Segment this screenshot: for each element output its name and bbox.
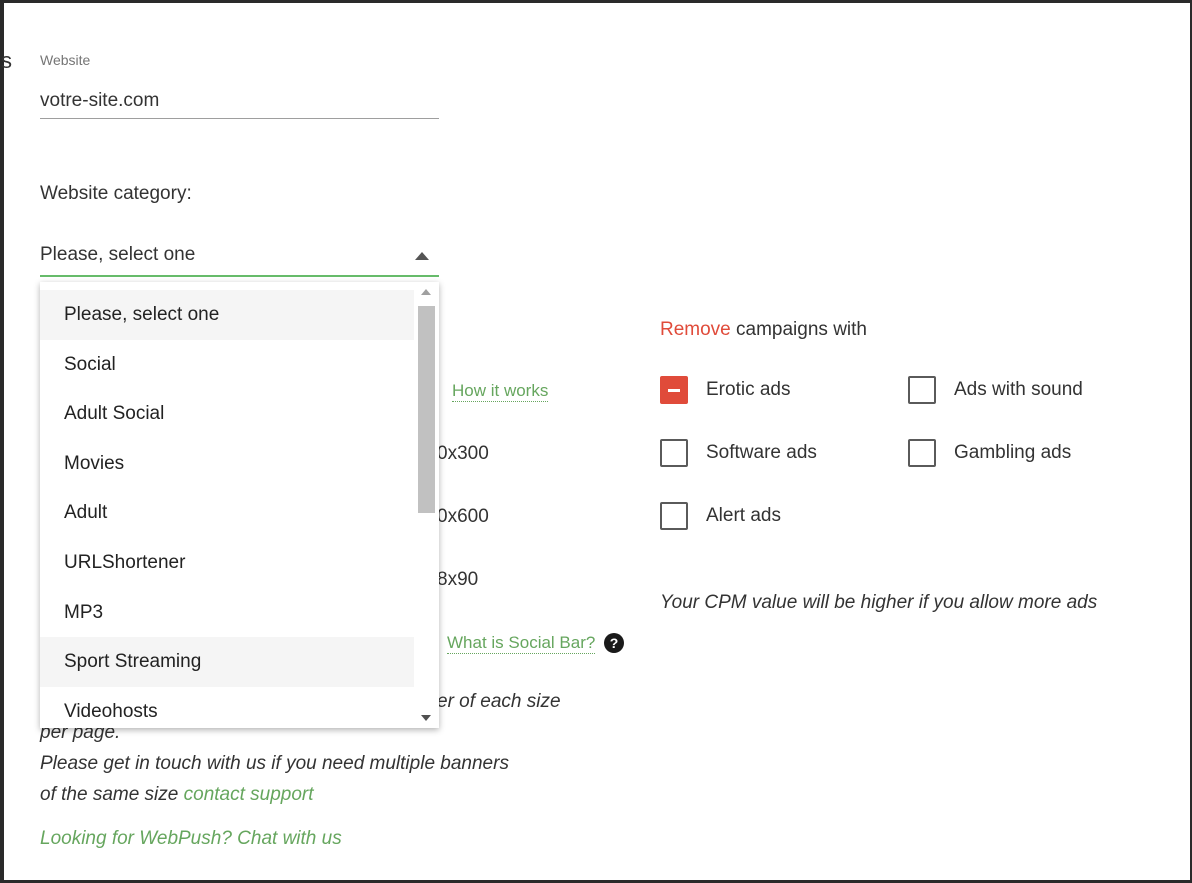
contact-support-link[interactable]: contact support [184,784,314,805]
banner-note-line4: of the same size contact support [40,784,314,806]
website-category-select[interactable]: Please, select one [40,239,439,277]
website-input[interactable] [40,83,439,119]
social-bar-link[interactable]: What is Social Bar? [447,633,596,654]
software-ads-label[interactable]: Software ads [706,442,817,464]
option-adult-social[interactable]: Adult Social [40,389,414,439]
gambling-ads-label[interactable]: Gambling ads [954,442,1071,464]
ads-with-sound-label[interactable]: Ads with sound [954,379,1083,401]
option-social[interactable]: Social [40,340,414,390]
scroll-thumb[interactable] [418,306,435,513]
banner-size-300[interactable]: 0x300 [437,443,489,465]
selected-category: Please, select one [40,244,196,265]
ads-with-sound-checkbox[interactable] [908,376,936,404]
scroll-up-arrow-icon[interactable] [421,289,431,295]
banner-size-90[interactable]: 8x90 [437,569,478,591]
remove-title-rest: campaigns with [730,319,867,340]
dropdown-scrollbar[interactable] [414,282,439,728]
option-videohosts[interactable]: Videohosts [40,687,414,728]
option-mp3[interactable]: MP3 [40,588,414,638]
help-icon[interactable]: ? [604,633,624,653]
category-dropdown-list[interactable]: Please, select one Social Adult Social M… [40,282,439,728]
how-it-works-link[interactable]: How it works [452,381,549,402]
option-urlshortener[interactable]: URLShortener [40,538,414,588]
erotic-ads-label[interactable]: Erotic ads [706,379,790,401]
scroll-down-arrow-icon[interactable] [421,715,431,721]
alert-ads-checkbox[interactable] [660,502,688,530]
dropdown-options: Please, select one Social Adult Social M… [40,290,414,728]
website-label: Website [40,52,91,68]
erotic-ads-checkbox[interactable] [660,376,688,404]
software-ads-checkbox[interactable] [660,439,688,467]
gambling-ads-checkbox[interactable] [908,439,936,467]
banner-note-prefix: of the same size [40,784,179,805]
website-category-label: Website category: [40,183,192,204]
banner-note-line3: Please get in touch with us if you need … [40,753,509,774]
remove-campaigns-title: Remove campaigns with [660,319,867,341]
clipped-text-glyph: s [1,48,12,73]
option-please-select[interactable]: Please, select one [40,290,414,340]
cpm-note: Your CPM value will be higher if you all… [660,592,1098,613]
option-adult[interactable]: Adult [40,488,414,538]
banner-size-600[interactable]: 0x600 [437,506,489,528]
alert-ads-label[interactable]: Alert ads [706,505,781,527]
banner-note-line1: er of each size [437,691,561,712]
option-movies[interactable]: Movies [40,439,414,489]
site-settings-modal: s Website Website category: Please, sele… [1,3,1190,880]
caret-up-icon[interactable] [415,252,429,260]
option-sport-streaming[interactable]: Sport Streaming [40,637,414,687]
remove-word: Remove [660,319,731,340]
webpush-chat-link[interactable]: Looking for WebPush? Chat with us [40,828,342,850]
